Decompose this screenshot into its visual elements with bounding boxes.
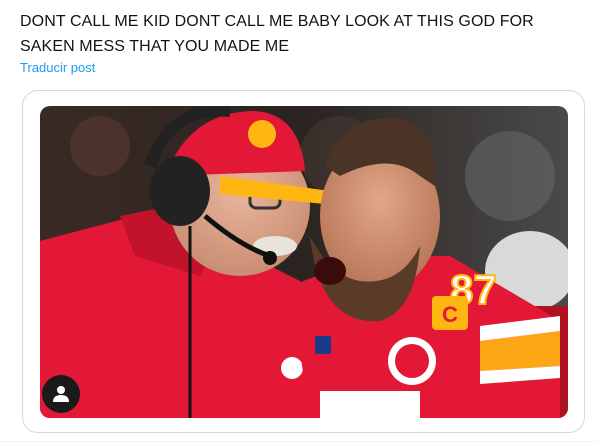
post-photo[interactable]: 87 C xyxy=(40,106,568,418)
post-text: DONT CALL ME KID DONT CALL ME BABY LOOK … xyxy=(20,13,534,55)
divider xyxy=(0,441,598,442)
alt-text-person-button[interactable] xyxy=(42,375,80,413)
captain-patch: C xyxy=(442,302,458,327)
person-icon xyxy=(53,386,69,402)
translate-post-link[interactable]: Traducir post xyxy=(20,60,95,75)
